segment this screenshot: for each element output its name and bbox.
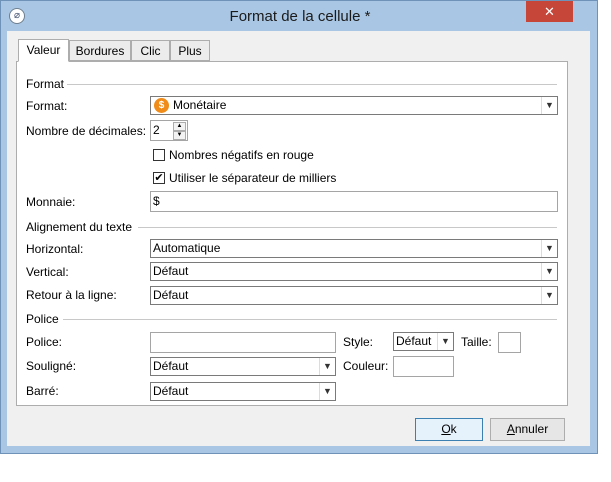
chevron-down-icon: ▼ [437,333,453,350]
color-input[interactable] [393,356,454,377]
tab-valeur[interactable]: Valeur [18,39,69,62]
negatives-red-label: Nombres négatifs en rouge [169,148,314,162]
check-icon: ✔ [154,172,164,184]
style-label: Style: [343,335,374,349]
chevron-down-icon: ▼ [541,287,557,304]
currency-input[interactable]: $ [150,191,558,212]
style-value: Défaut [396,334,432,348]
section-title-format: Format [26,77,65,91]
horizontal-dropdown[interactable]: Automatique ▼ [150,239,558,258]
window-title: Format de la cellule * [229,8,371,25]
format-value: Monétaire [173,98,227,112]
chevron-down-icon: ▼ [541,240,557,257]
title-bar[interactable]: ⌀ Format de la cellule * ✕ [1,1,599,32]
format-dropdown[interactable]: $ Monétaire ▼ [150,96,558,115]
vertical-label: Vertical: [26,265,69,279]
chevron-down-icon: ▼ [319,358,335,375]
wrap-value: Défaut [153,288,189,302]
tab-clic[interactable]: Clic [131,40,170,61]
section-divider [63,319,557,320]
thousands-separator-label: Utiliser le séparateur de milliers [169,171,337,185]
currency-label: Monnaie: [26,195,76,209]
cancel-button[interactable]: Annuler [490,418,565,441]
chevron-down-icon: ▼ [319,383,335,400]
spin-up-icon[interactable]: ▲ [173,122,186,131]
currency-icon: $ [154,98,169,113]
chevron-down-icon: ▼ [541,97,557,114]
tab-bordures[interactable]: Bordures [69,40,131,61]
chevron-down-icon: ▼ [541,263,557,280]
underline-label: Souligné: [26,359,77,373]
horizontal-value: Automatique [153,241,221,255]
close-button[interactable]: ✕ [526,1,573,22]
font-input[interactable] [150,332,336,353]
format-label: Format: [26,99,68,113]
decimals-stepper[interactable]: 2 ▲ ▼ [150,120,188,141]
cancel-accelerator: A [506,422,515,436]
strike-value: Défaut [153,384,189,398]
strike-dropdown[interactable]: Défaut ▼ [150,382,336,401]
wrap-dropdown[interactable]: Défaut ▼ [150,286,558,305]
decimals-label: Nombre de décimales: [26,124,147,138]
wrap-label: Retour à la ligne: [26,288,117,302]
tab-plus[interactable]: Plus [170,40,210,61]
section-title-alignment: Alignement du texte [26,220,133,234]
color-label: Couleur: [343,359,389,373]
ok-button[interactable]: Ok [415,418,483,441]
cancel-label: nnuler [514,422,549,436]
vertical-dropdown[interactable]: Défaut ▼ [150,262,558,281]
section-title-font: Police [26,312,59,326]
section-divider [138,227,557,228]
strike-label: Barré: [26,384,59,398]
decimals-value: 2 [153,123,160,137]
thousands-separator-checkbox[interactable]: ✔ [153,172,165,184]
negatives-red-checkbox[interactable] [153,149,165,161]
horizontal-label: Horizontal: [26,242,84,256]
size-input[interactable] [498,332,521,353]
vertical-value: Défaut [153,264,189,278]
underline-value: Défaut [153,359,189,373]
style-dropdown[interactable]: Défaut ▼ [393,332,454,351]
section-divider [67,84,557,85]
ok-label: k [450,422,457,436]
spin-down-icon[interactable]: ▼ [173,131,186,140]
underline-dropdown[interactable]: Défaut ▼ [150,357,336,376]
size-label: Taille: [461,335,492,349]
font-label: Police: [26,335,63,349]
ok-accelerator: O [441,422,451,436]
